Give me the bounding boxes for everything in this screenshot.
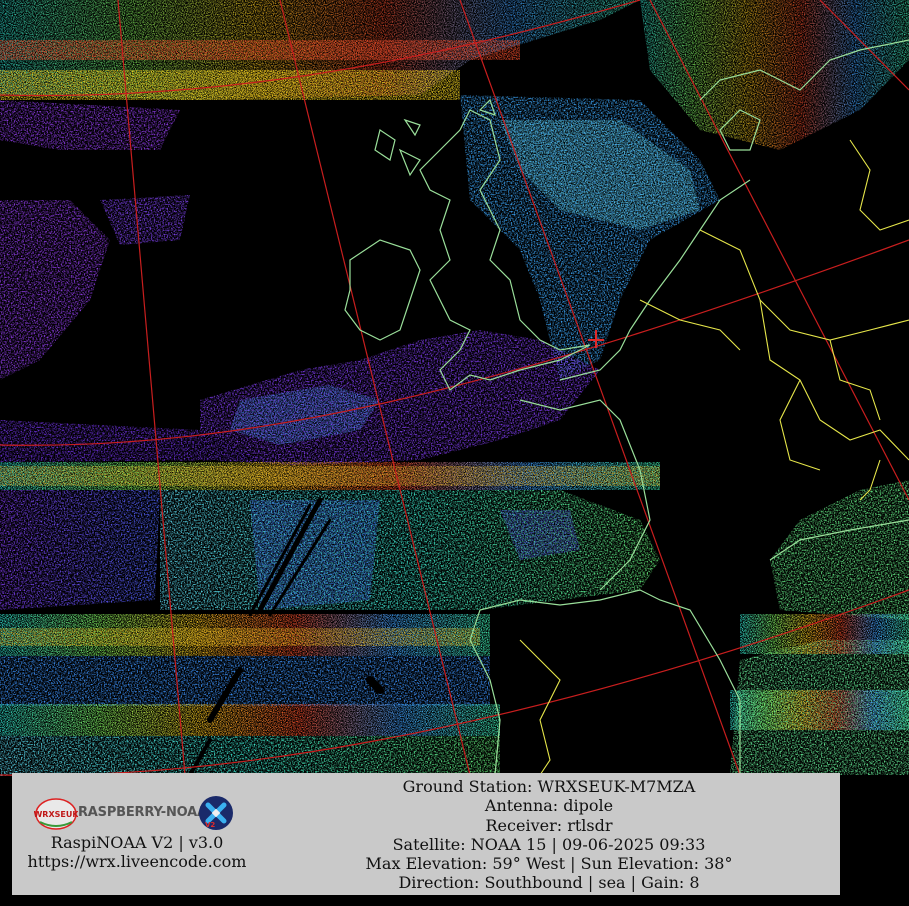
logo-text: RASPBERRY-NOAA	[78, 805, 207, 820]
satellite: Satellite: NOAA 15 | 09-06-2025 09:33	[392, 834, 706, 854]
svg-text:V2: V2	[205, 821, 215, 829]
info-panel: WRXSEUK RASPBERRY-NOAA V2 RaspiNOAA V2 |…	[12, 773, 840, 895]
elevation: Max Elevation: 59° West | Sun Elevation:…	[365, 854, 733, 874]
satellite-image	[0, 0, 909, 906]
logo: WRXSEUK RASPBERRY-NOAA V2	[30, 795, 238, 835]
app-info: RaspiNOAA V2 | v3.0 https://wrx.liveenco…	[12, 833, 262, 871]
pass-info: Ground Station: WRXSEUK-M7MZA Antenna: d…	[304, 777, 794, 893]
receiver: Receiver: rtlsdr	[485, 815, 613, 835]
raspberry-noaa-logo-icon: V2	[199, 796, 233, 830]
website-link[interactable]: https://wrx.liveencode.com	[12, 852, 262, 871]
app-version: RaspiNOAA V2 | v3.0	[50, 833, 224, 852]
ground-station: Ground Station: WRXSEUK-M7MZA	[402, 777, 696, 796]
wrxseuk-logo-icon: WRXSEUK	[34, 798, 78, 830]
svg-text:WRXSEUK: WRXSEUK	[34, 810, 78, 819]
direction: Direction: Southbound | sea | Gain: 8	[398, 873, 700, 893]
antenna: Antenna: dipole	[484, 796, 614, 816]
